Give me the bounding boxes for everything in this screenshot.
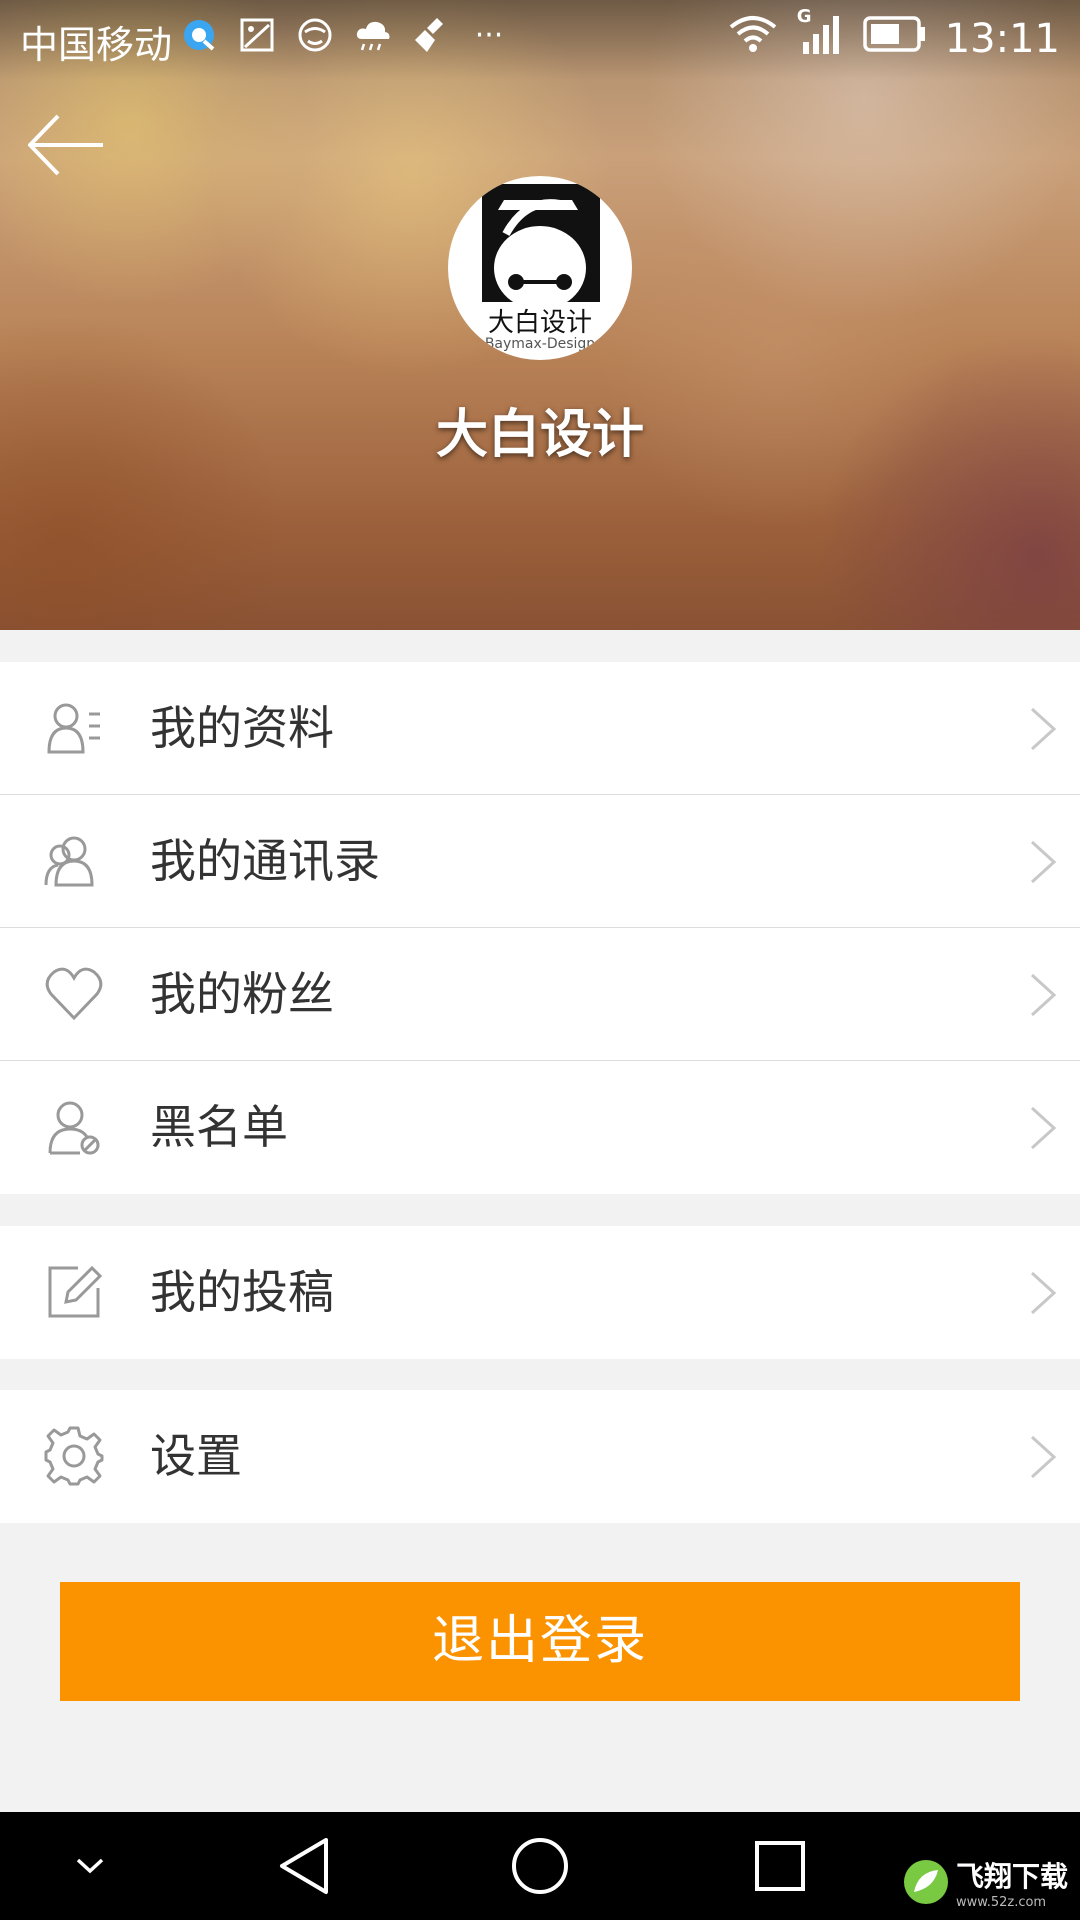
- browser-icon: [180, 16, 218, 54]
- watermark-text: 飞翔下载 www.52z.com: [956, 1855, 1068, 1910]
- avatar-subcaption: Baymax-Design: [484, 336, 596, 352]
- menu-group-settings: 设置: [0, 1390, 1080, 1523]
- chevron-down-icon: [76, 1858, 104, 1874]
- menu-item-label: 黑名单: [150, 1100, 288, 1154]
- menu-group-posts: 我的投稿: [0, 1226, 1080, 1359]
- nav-hide-button[interactable]: [60, 1812, 120, 1920]
- menu-item-label: 我的粉丝: [150, 967, 334, 1021]
- wifi-icon: [727, 13, 779, 64]
- menu-group-profile: 我的资料 我的通讯录 我的粉丝 黑名单: [0, 662, 1080, 1194]
- menu-item-my-profile[interactable]: 我的资料: [0, 662, 1080, 795]
- gear-icon: [44, 1426, 104, 1486]
- watermark: 飞翔下载 www.52z.com: [902, 1852, 1070, 1912]
- menu-item-label: 我的通讯录: [150, 834, 380, 888]
- menu-item-settings[interactable]: 设置: [0, 1390, 1080, 1523]
- signal-icon: G: [797, 6, 845, 65]
- menu-item-blacklist[interactable]: 黑名单: [0, 1061, 1080, 1194]
- clock: 13:11: [944, 15, 1060, 62]
- leaf-logo-icon: [904, 1860, 948, 1904]
- chevron-right-icon: [1030, 1106, 1057, 1150]
- square-recents-icon: [755, 1841, 805, 1891]
- menu-item-my-contacts[interactable]: 我的通讯录: [0, 795, 1080, 928]
- network-type-label: G: [796, 6, 812, 27]
- profile-info-icon: [47, 703, 100, 754]
- status-bar: 中国移动 ··· G 13:11: [0, 0, 1080, 78]
- contacts-icon: [44, 836, 94, 887]
- menu-item-label: 设置: [150, 1429, 242, 1483]
- weather-icon: [354, 16, 392, 54]
- carrier-name: 中国移动: [20, 23, 173, 67]
- watermark-url: www.52z.com: [956, 1894, 1047, 1910]
- battery-icon: [862, 15, 927, 62]
- triangle-back-icon: [280, 1838, 328, 1894]
- chevron-right-icon: [1030, 840, 1057, 884]
- nav-back-button[interactable]: [270, 1812, 340, 1920]
- blocked-user-icon: [48, 1101, 100, 1155]
- menu-item-label: 我的资料: [150, 701, 334, 755]
- edit-icon: [48, 1265, 103, 1318]
- avatar[interactable]: 大白设计 Baymax-Design: [448, 176, 632, 360]
- user-name: 大白设计: [435, 405, 644, 465]
- chevron-right-icon: [1030, 707, 1057, 751]
- watermark-title: 飞翔下载: [956, 1859, 1069, 1893]
- avatar-caption: 大白设计: [487, 308, 592, 338]
- gallery-icon: [238, 16, 276, 54]
- more-dots-icon: ···: [474, 17, 504, 53]
- nav-recents-button[interactable]: [745, 1812, 815, 1920]
- face-icon: [296, 16, 334, 54]
- nav-home-button[interactable]: [505, 1812, 575, 1920]
- back-button[interactable]: [27, 110, 108, 180]
- notification-icons: ···: [180, 16, 508, 54]
- circle-home-icon: [512, 1838, 568, 1894]
- chevron-right-icon: [1030, 1435, 1057, 1479]
- logout-button[interactable]: 退出登录: [60, 1582, 1020, 1701]
- chevron-right-icon: [1030, 973, 1057, 1017]
- back-arrow-icon: [27, 114, 103, 176]
- menu-item-my-submissions[interactable]: 我的投稿: [0, 1226, 1080, 1359]
- menu-item-label: 我的投稿: [150, 1265, 334, 1319]
- status-right: G 13:11: [727, 6, 1060, 65]
- menu-item-my-fans[interactable]: 我的粉丝: [0, 928, 1080, 1061]
- heart-icon: [45, 967, 103, 1021]
- cleaner-icon: [412, 16, 450, 54]
- chevron-right-icon: [1030, 1271, 1057, 1315]
